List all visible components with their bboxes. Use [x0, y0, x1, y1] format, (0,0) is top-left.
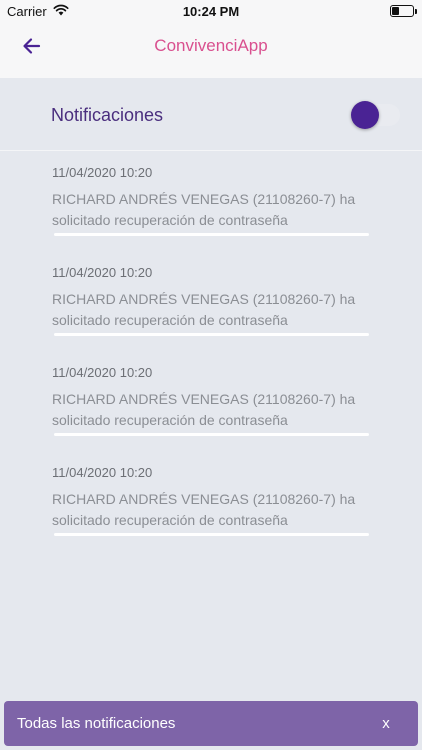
notification-list: 11/04/2020 10:20 RICHARD ANDRÉS VENEGAS …: [0, 151, 422, 551]
notification-item[interactable]: 11/04/2020 10:20 RICHARD ANDRÉS VENEGAS …: [0, 451, 422, 551]
item-divider: [54, 533, 369, 536]
close-banner-button[interactable]: x: [378, 715, 394, 732]
notification-date: 11/04/2020 10:20: [52, 365, 153, 380]
item-divider: [54, 433, 369, 436]
notification-item[interactable]: 11/04/2020 10:20 RICHARD ANDRÉS VENEGAS …: [0, 251, 422, 351]
all-notifications-label: Todas las notificaciones: [17, 715, 176, 732]
notification-date: 11/04/2020 10:20: [52, 165, 153, 180]
notifications-toggle[interactable]: [348, 99, 402, 131]
item-divider: [54, 333, 369, 336]
toggle-knob: [351, 101, 379, 129]
notification-item[interactable]: 11/04/2020 10:20 RICHARD ANDRÉS VENEGAS …: [0, 151, 422, 251]
item-divider: [54, 233, 369, 236]
nav-bar: ConvivenciApp: [0, 24, 422, 68]
notification-message: RICHARD ANDRÉS VENEGAS (21108260-7) ha s…: [52, 491, 356, 528]
app-title: ConvivenciApp: [154, 36, 268, 55]
battery-level: [392, 7, 399, 15]
notification-date: 11/04/2020 10:20: [52, 465, 153, 480]
battery-icon: [390, 5, 414, 17]
battery-tip: [415, 9, 417, 14]
notification-date: 11/04/2020 10:20: [52, 265, 153, 280]
notification-message: RICHARD ANDRÉS VENEGAS (21108260-7) ha s…: [52, 391, 356, 428]
notifications-setting-row: Notificaciones: [0, 78, 422, 151]
all-notifications-banner[interactable]: Todas las notificaciones x: [4, 701, 418, 746]
status-time: 10:24 PM: [182, 4, 240, 19]
status-bar: Carrier 10:24 PM: [0, 0, 422, 24]
notification-message: RICHARD ANDRÉS VENEGAS (21108260-7) ha s…: [52, 191, 356, 228]
notification-item[interactable]: 11/04/2020 10:20 RICHARD ANDRÉS VENEGAS …: [0, 351, 422, 451]
notification-message: RICHARD ANDRÉS VENEGAS (21108260-7) ha s…: [52, 291, 356, 328]
notifications-label: Notificaciones: [51, 105, 164, 125]
top-bar: Carrier 10:24 PM ConvivenciApp: [0, 0, 422, 78]
